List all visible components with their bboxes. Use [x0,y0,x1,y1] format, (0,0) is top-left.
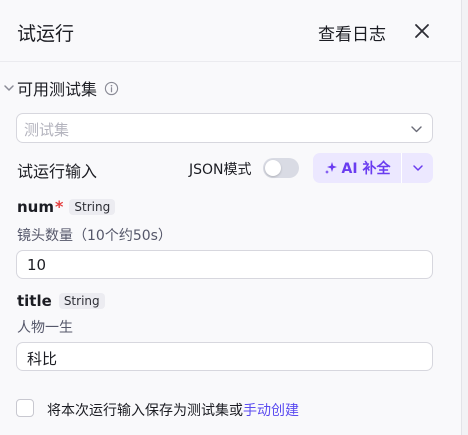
test-set-section-header[interactable]: 可用测试集 [0,76,119,100]
save-as-test-set-checkbox[interactable] [16,399,34,417]
field-num-description: 镜头数量（10个约50s） [17,228,172,244]
toggle-knob [265,160,281,176]
field-title-description: 人物一生 [17,320,73,336]
panel-header: 试运行 查看日志 [0,0,462,62]
panel-title: 试运行 [17,23,75,45]
json-mode-toggle[interactable] [263,158,299,178]
manual-create-link[interactable]: 手动创建 [243,403,299,419]
type-badge: String [58,293,105,309]
field-title-header: title String [17,292,105,310]
info-icon[interactable] [104,81,119,96]
run-input-label: 试运行输入 [17,162,98,181]
field-name: num [17,197,54,216]
field-num-input[interactable]: 10 [16,250,433,279]
test-run-panel: 试运行 查看日志 可用测试集 测试集 试运行输入 JSON模式 AI 补全 nu… [0,0,462,435]
ai-complete-dropdown[interactable] [402,153,433,183]
scrollbar-track[interactable] [462,0,468,435]
ai-complete-button[interactable]: AI 补全 [313,153,402,183]
field-num-header: num * String [17,197,116,216]
ai-complete-label: AI 补全 [341,161,391,177]
chevron-down-icon [412,165,423,171]
chevron-down-icon [411,126,422,133]
close-icon[interactable] [410,19,434,43]
json-mode-label: JSON模式 [189,162,252,178]
test-set-section-label: 可用测试集 [17,80,98,99]
test-set-placeholder: 测试集 [24,121,70,139]
save-as-test-set-label: 将本次运行输入保存为测试集或 [47,403,243,419]
field-name: title [17,292,52,310]
sparkle-icon [324,162,337,174]
test-set-select[interactable]: 测试集 [16,113,433,143]
type-badge: String [69,198,116,215]
view-logs-button[interactable]: 查看日志 [318,20,386,45]
ai-complete-button-group: AI 补全 [313,153,433,183]
save-as-test-set-text: 将本次运行输入保存为测试集或手动创建 [47,400,299,420]
required-mark: * [55,197,64,216]
chevron-down-icon[interactable] [2,81,16,95]
field-title-input[interactable]: 科比 [16,342,433,371]
